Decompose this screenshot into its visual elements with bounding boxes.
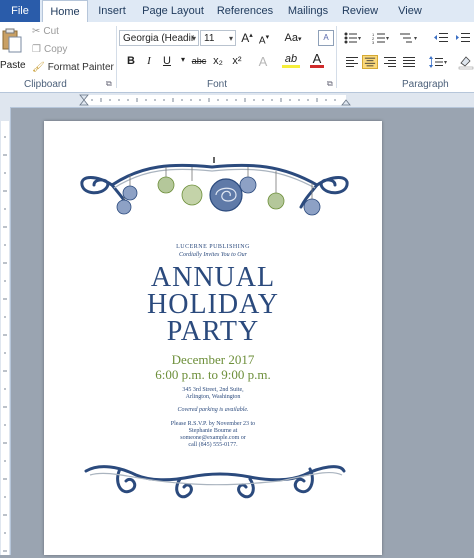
copy-label: Copy [43,44,68,55]
ribbon: Paste ✂ Cut ❐ Copy 🖌 Format Painter Clip… [0,22,474,93]
horizontal-ruler[interactable] [0,93,474,108]
highlight-button[interactable]: ab [282,54,300,68]
paragraph-group-label: Paragraph [402,79,449,90]
clipboard-dialog-launcher[interactable]: ⧉ [106,79,112,89]
clipboard-group-label: Clipboard [24,79,67,90]
increase-indent-icon[interactable] [456,32,470,44]
event-date: December 2017 [171,352,255,367]
svg-text:▾: ▾ [386,36,389,42]
subscript-button[interactable]: x₂ [210,55,226,67]
vertical-ruler[interactable] [0,107,11,555]
svg-text:▾: ▾ [414,36,417,42]
svg-text:▾: ▾ [358,36,361,42]
underline-button[interactable]: U [160,55,174,67]
strikethrough-button[interactable]: abc [190,56,208,66]
title-line-2: HOLIDAY [147,289,279,320]
font-color-button[interactable]: A [310,52,324,68]
bullets-icon[interactable]: ▾ [344,32,362,44]
grow-font-button[interactable]: A▴ [240,31,254,45]
rsvp-line-2: Stephanie Bourne at [188,428,238,434]
title-line-3: PARTY [166,316,260,347]
font-name-value: Georgia (Headir [123,33,195,44]
paste-button[interactable]: Paste [0,24,26,74]
align-left-icon[interactable] [344,55,360,69]
copy-icon: ❐ [32,44,41,55]
cut-label: Cut [43,26,59,37]
tab-view[interactable]: View [390,0,430,22]
bold-button[interactable]: B [124,55,138,67]
invite-line: Cordially Invites You to Our [179,252,247,258]
tab-mailings[interactable]: Mailings [284,0,332,22]
multilevel-list-icon[interactable]: ▾ [400,32,420,44]
shrink-font-button[interactable]: A▾ [257,33,271,46]
font-name-combo[interactable]: Georgia (Headir ▾ [119,30,199,46]
chevron-down-icon[interactable]: ▾ [176,55,190,64]
paintbrush-icon: 🖌 [32,62,45,73]
align-right-icon[interactable] [382,55,398,69]
rsvp-line-3: someone@example.com or [180,435,246,441]
font-dialog-launcher[interactable]: ⧉ [327,79,333,89]
paste-icon [2,28,22,53]
title-line-1: ANNUAL [150,262,276,293]
rsvp-line-1: Please R.S.V.P. by November 23 to [170,421,256,427]
justify-icon[interactable] [401,55,417,69]
font-size-value: 11 [204,33,215,44]
ruler-ticks [79,94,351,106]
format-painter-button[interactable]: 🖌 Format Painter [32,62,114,73]
tab-home[interactable]: Home [42,0,88,23]
italic-button[interactable]: I [142,55,156,67]
superscript-button[interactable]: x² [229,55,245,67]
tab-insert[interactable]: Insert [92,0,132,22]
address-line-2: Arlington, Washington [185,394,241,400]
document-page[interactable]: LUCERNE PUBLISHING Cordially Invites You… [44,121,382,555]
bottom-ornament-graphic [84,465,346,499]
publisher-name: LUCERNE PUBLISHING [176,244,250,250]
tab-references[interactable]: References [214,0,276,22]
paste-label: Paste [0,60,26,71]
tab-page-layout[interactable]: Page Layout [140,0,206,22]
numbering-icon[interactable]: 123▾ [372,32,392,44]
shading-icon[interactable] [458,54,474,70]
cut-button[interactable]: ✂ Cut [32,26,59,37]
event-time: 6:00 p.m. to 9:00 p.m. [155,367,271,382]
group-divider [336,26,337,88]
rsvp-line-4: call (845) 555-0177. [188,442,238,448]
change-case-button[interactable]: Aa▾ [282,32,304,44]
tab-file[interactable]: File [0,0,40,22]
tab-review[interactable]: Review [340,0,380,22]
top-ornament-graphic [80,157,349,216]
text-effects-button[interactable]: A [256,54,270,69]
decrease-indent-icon[interactable] [434,32,448,44]
svg-text:▾: ▾ [444,60,447,66]
scissors-icon: ✂ [32,26,41,37]
clear-formatting-icon[interactable]: A [318,30,334,46]
address-line-1: 345 3rd Street, 2nd Suite, [182,387,244,393]
ribbon-tab-bar: File Home Insert Page Layout References … [0,0,474,23]
format-painter-label: Format Painter [47,62,114,73]
parking-note: Covered parking is available. [177,407,249,413]
vertical-ruler-ticks [1,121,9,555]
font-group-label: Font [207,79,228,90]
svg-text:3: 3 [372,40,375,44]
font-size-combo[interactable]: 11 ▾ [200,30,236,46]
chevron-down-icon: ▾ [191,34,196,43]
line-spacing-icon[interactable]: ▾ [428,55,450,69]
group-divider [116,26,117,88]
align-center-icon[interactable] [362,55,378,69]
copy-button[interactable]: ❐ Copy [32,44,67,55]
chevron-down-icon: ▾ [228,34,233,43]
